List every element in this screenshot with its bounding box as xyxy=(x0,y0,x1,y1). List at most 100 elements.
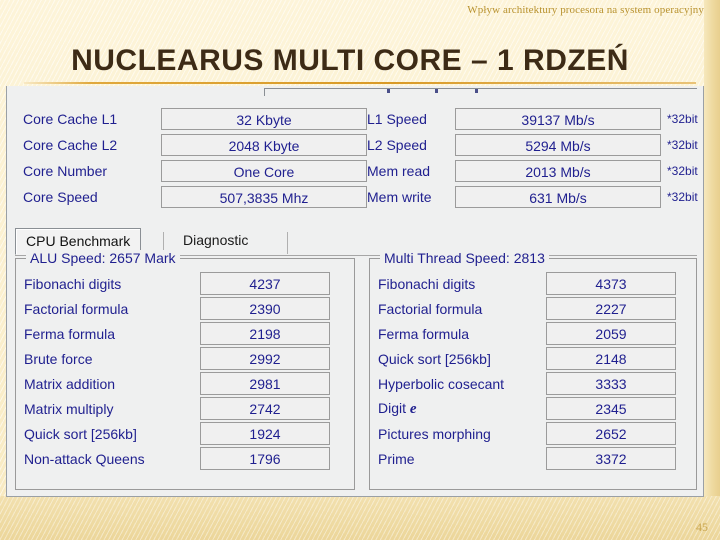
clipped-glyph-remnant xyxy=(475,89,478,93)
benchmark-value: 2390 xyxy=(200,297,330,320)
benchmark-label: Fibonachi digits xyxy=(24,275,122,292)
benchmark-value: 2652 xyxy=(546,422,676,445)
benchmark-row: Ferma formula 2059 xyxy=(378,321,688,346)
benchmark-row: Quick sort [256kb] 1924 xyxy=(24,421,346,446)
tab-separator xyxy=(287,232,288,254)
benchmark-row: Matrix multiply 2742 xyxy=(24,396,346,421)
cpu-info-value: One Core xyxy=(161,160,367,182)
benchmark-value: 1924 xyxy=(200,422,330,445)
benchmark-label: Ferma formula xyxy=(24,325,116,342)
cpu-info-value: 2048 Kbyte xyxy=(161,134,367,156)
cpu-info-row: Core Number One Core xyxy=(23,158,373,184)
benchmark-row: Non-attack Queens 1796 xyxy=(24,446,346,471)
cpu-info-value: 32 Kbyte xyxy=(161,108,367,130)
benchmark-label: Factorial formula xyxy=(24,300,129,317)
cpu-info-group-frame-left xyxy=(264,88,265,96)
page-title: NUCLEARUS MULTI CORE – 1 RDZEŃ xyxy=(71,44,629,77)
slide-right-decoration xyxy=(704,0,720,540)
benchmark-label: Matrix addition xyxy=(24,375,116,392)
benchmark-label: Quick sort [256kb] xyxy=(378,350,491,367)
clipped-glyph-remnant xyxy=(435,89,438,93)
benchmark-value: 2992 xyxy=(200,347,330,370)
cpu-info-group-frame xyxy=(264,88,697,91)
benchmark-label: Digit e xyxy=(378,400,546,418)
title-divider xyxy=(24,82,696,84)
benchmark-label: Quick sort [256kb] xyxy=(24,425,137,442)
clipped-glyph-remnant xyxy=(387,89,390,93)
benchmark-value: 2227 xyxy=(546,297,676,320)
benchmark-label: Brute force xyxy=(24,350,93,367)
cpu-info-suffix: *32bit xyxy=(667,164,698,178)
benchmark-row: Ferma formula 2198 xyxy=(24,321,346,346)
cpu-info-row: Core Cache L2 2048 Kbyte xyxy=(23,132,373,158)
benchmark-row: Fibonachi digits 4237 xyxy=(24,271,346,296)
cpu-info-left-column: Core Cache L1 32 Kbyte Core Cache L2 204… xyxy=(23,106,373,210)
benchmark-value: 3333 xyxy=(546,372,676,395)
benchmark-row: Fibonachi digits 4373 xyxy=(378,271,688,296)
euler-number-glyph: e xyxy=(409,400,417,417)
benchmark-row: Quick sort [256kb] 2148 xyxy=(378,346,688,371)
cpu-info-suffix: *32bit xyxy=(667,112,698,126)
presentation-slide: Wpływ architektury procesora na system o… xyxy=(0,0,720,540)
cpu-info-value: 5294 Mb/s xyxy=(455,134,661,156)
benchmark-label: Hyperbolic cosecant xyxy=(378,375,505,392)
benchmark-label: Matrix multiply xyxy=(24,400,114,417)
cpu-info-suffix: *32bit xyxy=(667,138,698,152)
cpu-info-label: Core Cache L2 xyxy=(23,137,118,153)
cpu-info-row: Mem write 631 Mb/s *32bit xyxy=(367,184,698,210)
benchmark-value: 2981 xyxy=(200,372,330,395)
alu-speed-legend: ALU Speed: 2657 Mark xyxy=(26,250,180,266)
benchmark-value: 1796 xyxy=(200,447,330,470)
benchmark-row: Matrix addition 2981 xyxy=(24,371,346,396)
multi-thread-speed-group: Multi Thread Speed: 2813 Fibonachi digit… xyxy=(369,250,697,490)
slide-number: 45 xyxy=(696,520,708,534)
cpu-info-right-column: L1 Speed 39137 Mb/s *32bit L2 Speed 5294… xyxy=(367,106,698,210)
multi-thread-speed-rows: Fibonachi digits 4373 Factorial formula … xyxy=(378,271,688,471)
cpu-info-label: Mem write xyxy=(367,189,432,205)
benchmark-value: 4373 xyxy=(546,272,676,295)
tab-diagnostic[interactable]: Diagnostic xyxy=(173,228,258,255)
cpu-info-row: Core Speed 507,3835 Mhz xyxy=(23,184,373,210)
cpu-info-suffix: *32bit xyxy=(667,190,698,204)
cpu-info-group: Core Cache L1 32 Kbyte Core Cache L2 204… xyxy=(15,86,698,212)
benchmark-label: Prime xyxy=(378,450,415,467)
alu-speed-group: ALU Speed: 2657 Mark Fibonachi digits 42… xyxy=(15,250,355,490)
cpu-info-value: 2013 Mb/s xyxy=(455,160,661,182)
benchmark-row: Hyperbolic cosecant 3333 xyxy=(378,371,688,396)
benchmark-label-text: Digit xyxy=(378,399,410,416)
cpu-info-label: L2 Speed xyxy=(367,137,427,153)
cpu-info-label: L1 Speed xyxy=(367,111,427,127)
multi-thread-speed-legend: Multi Thread Speed: 2813 xyxy=(380,250,549,266)
benchmark-value: 2148 xyxy=(546,347,676,370)
cpu-info-row: L1 Speed 39137 Mb/s *32bit xyxy=(367,106,698,132)
cpu-info-value: 39137 Mb/s xyxy=(455,108,661,130)
cpu-info-label: Core Cache L1 xyxy=(23,111,118,127)
benchmark-value: 2345 xyxy=(546,397,676,420)
benchmark-value: 3372 xyxy=(546,447,676,470)
benchmark-label: Non-attack Queens xyxy=(24,450,145,467)
benchmark-value: 2742 xyxy=(200,397,330,420)
slide-kicker-text: Wpływ architektury procesora na system o… xyxy=(467,4,704,16)
cpu-info-row: L2 Speed 5294 Mb/s *32bit xyxy=(367,132,698,158)
cpu-info-label: Core Number xyxy=(23,163,108,179)
cpu-info-row: Core Cache L1 32 Kbyte xyxy=(23,106,373,132)
cpu-info-label: Core Speed xyxy=(23,189,98,205)
benchmark-row: Brute force 2992 xyxy=(24,346,346,371)
benchmark-value: 4237 xyxy=(200,272,330,295)
cpu-info-value: 631 Mb/s xyxy=(455,186,661,208)
cpu-benchmark-app-window: Core Cache L1 32 Kbyte Core Cache L2 204… xyxy=(6,86,704,497)
benchmark-row: Digit e 2345 xyxy=(378,396,688,421)
benchmark-label: Fibonachi digits xyxy=(378,275,476,292)
alu-speed-rows: Fibonachi digits 4237 Factorial formula … xyxy=(24,271,346,471)
benchmark-label: Pictures morphing xyxy=(378,425,491,442)
benchmark-row: Factorial formula 2227 xyxy=(378,296,688,321)
cpu-info-value: 507,3835 Mhz xyxy=(161,186,367,208)
cpu-info-label: Mem read xyxy=(367,163,431,179)
benchmark-row: Prime 3372 xyxy=(378,446,688,471)
cpu-info-row: Mem read 2013 Mb/s *32bit xyxy=(367,158,698,184)
slide-bottom-decoration xyxy=(0,496,720,540)
benchmark-value: 2059 xyxy=(546,322,676,345)
benchmark-label: Ferma formula xyxy=(378,325,470,342)
benchmark-value: 2198 xyxy=(200,322,330,345)
benchmark-row: Factorial formula 2390 xyxy=(24,296,346,321)
